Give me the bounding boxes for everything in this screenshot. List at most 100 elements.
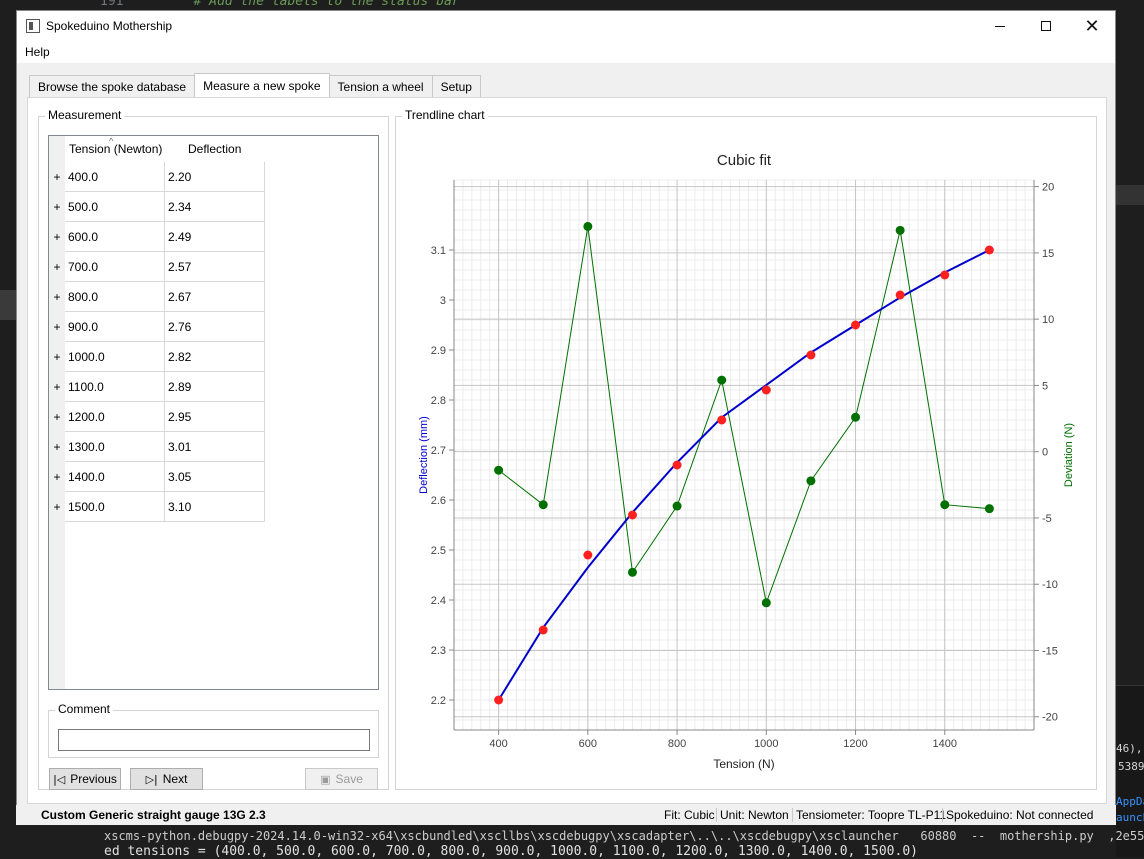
chart-title: Cubic fit — [717, 152, 772, 169]
x-tick-label: 1000 — [754, 738, 778, 750]
cell-tension[interactable]: 800.0 — [65, 282, 165, 312]
y2-tick-label: 10 — [1042, 314, 1054, 326]
table-row[interactable]: +1200.0 2.95 — [49, 402, 265, 432]
cell-deflection[interactable]: 3.10 — [165, 492, 265, 522]
table-row[interactable]: +600.0 2.49 — [49, 222, 265, 252]
y-tick-label: 2.2 — [431, 695, 446, 707]
cell-deflection[interactable]: 2.34 — [165, 192, 265, 222]
deviation-point — [940, 500, 950, 510]
cell-tension[interactable]: 400.0 — [65, 162, 165, 192]
cell-tension[interactable]: 1000.0 — [65, 342, 165, 372]
tab-measure-new-spoke[interactable]: Measure a new spoke — [194, 73, 330, 97]
x-tick-label: 800 — [668, 738, 686, 750]
table-row[interactable]: +1300.0 3.01 — [49, 432, 265, 462]
app-icon — [26, 19, 40, 33]
tab-tension-wheel[interactable]: Tension a wheel — [328, 75, 433, 97]
skip-previous-icon: |◁ — [53, 772, 66, 786]
measure-tab-panel: Measurement ^ Tension (Newton) Deflection… — [27, 97, 1107, 804]
cell-deflection[interactable]: 2.49 — [165, 222, 265, 252]
table-row[interactable]: +400.0 2.20 — [49, 162, 265, 192]
previous-button[interactable]: |◁ Previous — [49, 768, 121, 790]
row-expand-icon[interactable]: + — [49, 252, 65, 282]
close-button[interactable]: ✕ — [1069, 11, 1115, 41]
title-bar[interactable]: Spokeduino Mothership ✕ — [17, 11, 1115, 41]
comment-group-title: Comment — [55, 702, 114, 716]
maximize-button[interactable] — [1023, 11, 1069, 41]
row-expand-icon[interactable]: + — [49, 312, 65, 342]
maximize-icon — [1041, 21, 1051, 31]
table-row[interactable]: +500.0 2.34 — [49, 192, 265, 222]
row-expand-icon[interactable]: + — [49, 342, 65, 372]
cell-deflection[interactable]: 2.67 — [165, 282, 265, 312]
deviation-point — [538, 500, 548, 510]
cell-tension[interactable]: 1200.0 — [65, 402, 165, 432]
table-row[interactable]: +1400.0 3.05 — [49, 462, 265, 492]
background-terminal-line: xscms-python.debugpy-2024.14.0-win32-x64… — [104, 829, 1144, 843]
table-row[interactable]: +800.0 2.67 — [49, 282, 265, 312]
cell-deflection[interactable]: 3.01 — [165, 432, 265, 462]
cell-tension[interactable]: 1300.0 — [65, 432, 165, 462]
row-expand-icon[interactable]: + — [49, 462, 65, 492]
row-expand-icon[interactable]: + — [49, 372, 65, 402]
cell-tension[interactable]: 1500.0 — [65, 492, 165, 522]
deviation-point — [583, 221, 593, 231]
table-row[interactable]: +700.0 2.57 — [49, 252, 265, 282]
cell-tension[interactable]: 700.0 — [65, 252, 165, 282]
cell-deflection[interactable]: 2.82 — [165, 342, 265, 372]
y2-tick-label: -10 — [1042, 579, 1058, 591]
cell-tension[interactable]: 1100.0 — [65, 372, 165, 402]
minimize-button[interactable] — [977, 11, 1023, 41]
row-expand-icon[interactable]: + — [49, 222, 65, 252]
y-tick-label: 3.1 — [431, 245, 446, 257]
cell-deflection[interactable]: 3.05 — [165, 462, 265, 492]
save-button[interactable]: ▣ Save — [305, 768, 378, 790]
cell-tension[interactable]: 1400.0 — [65, 462, 165, 492]
deviation-point — [672, 501, 682, 511]
status-bar: Custom Generic straight gauge 13G 2.3 Fi… — [16, 805, 1116, 825]
cell-deflection[interactable]: 2.76 — [165, 312, 265, 342]
table-corner[interactable] — [49, 136, 65, 162]
cell-deflection[interactable]: 2.57 — [165, 252, 265, 282]
cell-tension[interactable]: 500.0 — [65, 192, 165, 222]
background-terminal-fragment: aunch — [1116, 811, 1144, 824]
table-row[interactable]: +1100.0 2.89 — [49, 372, 265, 402]
deflection-point — [940, 270, 950, 280]
deflection-point — [984, 245, 994, 255]
tab-browse-spoke-database[interactable]: Browse the spoke database — [29, 75, 196, 97]
table-row[interactable]: +1000.0 2.82 — [49, 342, 265, 372]
deviation-point — [494, 465, 504, 475]
status-spokeduino: Spokeduino: Not connected — [942, 808, 1093, 822]
column-header-tension[interactable]: ^ Tension (Newton) — [65, 136, 165, 162]
column-header-deflection[interactable]: Deflection — [165, 136, 265, 162]
next-button[interactable]: ▷| Next — [130, 768, 203, 790]
cell-deflection[interactable]: 2.20 — [165, 162, 265, 192]
row-expand-icon[interactable]: + — [49, 402, 65, 432]
plot-area — [454, 180, 1034, 730]
background-strip — [0, 290, 16, 320]
deflection-point — [627, 510, 637, 520]
floppy-disk-icon: ▣ — [320, 772, 331, 786]
table-row[interactable]: +1500.0 3.10 — [49, 492, 265, 522]
row-expand-icon[interactable]: + — [49, 162, 65, 192]
table-row[interactable]: +900.0 2.76 — [49, 312, 265, 342]
tab-bar: Browse the spoke database Measure a new … — [29, 73, 481, 97]
x-axis-label: Tension (N) — [713, 757, 774, 771]
menu-help[interactable]: Help — [25, 45, 50, 59]
y2-tick-label: 15 — [1042, 248, 1054, 260]
row-expand-icon[interactable]: + — [49, 432, 65, 462]
row-expand-icon[interactable]: + — [49, 492, 65, 522]
comment-input[interactable] — [58, 729, 370, 751]
deflection-point — [538, 625, 548, 635]
cell-tension[interactable]: 600.0 — [65, 222, 165, 252]
tab-setup[interactable]: Setup — [431, 75, 481, 97]
trendline-group: Trendline chart 400 600 800 1000 1200 1400 2.2… — [395, 108, 1097, 790]
row-expand-icon[interactable]: + — [49, 192, 65, 222]
cell-deflection[interactable]: 2.95 — [165, 402, 265, 432]
cell-tension[interactable]: 900.0 — [65, 312, 165, 342]
deviation-point — [895, 225, 905, 235]
status-unit: Unit: Newton — [716, 808, 789, 822]
cell-deflection[interactable]: 2.89 — [165, 372, 265, 402]
measurement-table[interactable]: ^ Tension (Newton) Deflection +400.0 2.20 +… — [48, 135, 379, 690]
row-expand-icon[interactable]: + — [49, 282, 65, 312]
deflection-point — [895, 290, 905, 300]
